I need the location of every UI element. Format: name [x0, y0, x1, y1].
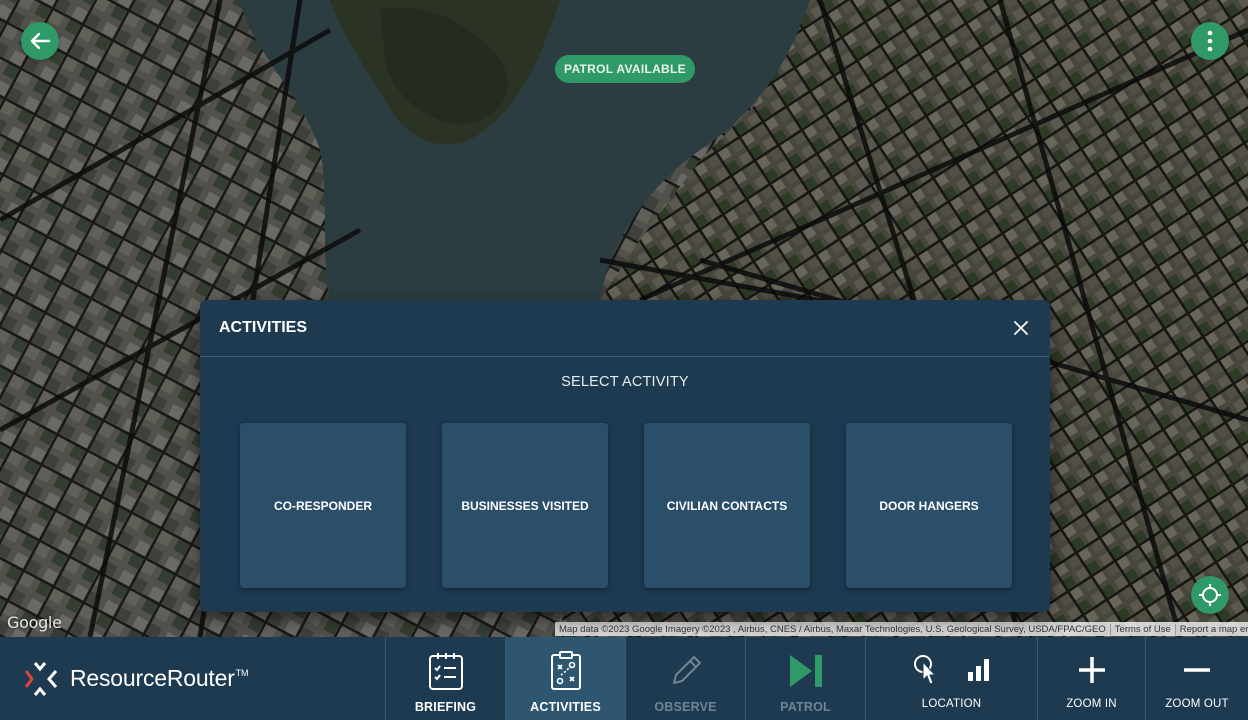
- crosshair-icon: [1199, 584, 1221, 606]
- report-map-error-link[interactable]: Report a map error: [1174, 623, 1248, 635]
- more-vertical-icon: [1207, 30, 1213, 52]
- terms-of-use-link[interactable]: Terms of Use: [1109, 623, 1175, 635]
- nav-activities-label: ACTIVITIES: [530, 700, 601, 714]
- touch-pointer-icon: [913, 655, 936, 685]
- brand-name-text: ResourceRouter: [70, 665, 235, 691]
- minus-icon: [1184, 668, 1210, 672]
- google-logo: Google: [7, 613, 62, 632]
- skip-forward-icon: [789, 655, 822, 687]
- nav-briefing-label: BRIEFING: [414, 700, 477, 714]
- trademark-mark: TM: [235, 668, 249, 678]
- arrow-left-icon: [30, 32, 51, 50]
- nav-briefing[interactable]: BRIEFING: [385, 637, 505, 720]
- zoom-out-label: ZOOM OUT: [1165, 698, 1229, 710]
- brand-name: ResourceRouterTM: [70, 665, 248, 692]
- zoom-out-button[interactable]: ZOOM OUT: [1145, 637, 1248, 720]
- activity-card-co-responder[interactable]: CO-RESPONDER: [240, 423, 406, 588]
- bottom-toolbar: ResourceRouterTM BRIEFING ACTIVITIES OBS…: [0, 637, 1248, 720]
- location-tool[interactable]: LOCATION: [865, 637, 1037, 720]
- zoom-in-label: ZOOM IN: [1066, 698, 1117, 710]
- my-location-button[interactable]: [1191, 576, 1229, 614]
- nav-activities[interactable]: ACTIVITIES: [505, 637, 625, 720]
- select-activity-label: SELECT ACTIVITY: [561, 374, 689, 390]
- activity-card-door-hangers[interactable]: DOOR HANGERS: [846, 423, 1012, 588]
- plus-icon: [1078, 657, 1105, 683]
- clipboard-strategy-icon: [550, 651, 581, 690]
- activity-cards: CO-RESPONDER BUSINESSES VISITED CIVILIAN…: [240, 423, 1012, 588]
- close-button[interactable]: [1011, 318, 1031, 338]
- signal-bars-icon: [967, 659, 989, 681]
- activities-modal: ACTIVITIES SELECT ACTIVITY CO-RESPONDER …: [200, 300, 1050, 612]
- pencil-icon: [672, 656, 701, 684]
- more-menu-button[interactable]: [1191, 22, 1229, 60]
- nav-patrol-label: PATROL: [780, 700, 831, 714]
- activity-card-civilian-contacts[interactable]: CIVILIAN CONTACTS: [644, 423, 810, 588]
- nav-observe[interactable]: OBSERVE: [625, 637, 745, 720]
- close-icon: [1014, 321, 1028, 335]
- zoom-in-button[interactable]: ZOOM IN: [1037, 637, 1145, 720]
- modal-header: ACTIVITIES: [200, 300, 1050, 357]
- brand-logo: ResourceRouterTM: [0, 637, 385, 720]
- map-attribution-text: Map data ©2023 Google Imagery ©2023 , Ai…: [559, 623, 1106, 635]
- nav-patrol[interactable]: PATROL: [745, 637, 865, 720]
- patrol-status-badge: PATROL AVAILABLE: [555, 55, 695, 83]
- back-button[interactable]: [21, 22, 59, 60]
- map-attribution: Map data ©2023 Google Imagery ©2023 , Ai…: [555, 622, 1248, 636]
- modal-title: ACTIVITIES: [219, 319, 308, 336]
- location-label: LOCATION: [921, 698, 982, 710]
- nav-observe-label: OBSERVE: [654, 700, 717, 714]
- clipboard-check-icon: [428, 653, 463, 690]
- activity-card-businesses-visited[interactable]: BUSINESSES VISITED: [442, 423, 608, 588]
- resource-router-logo-icon: [24, 661, 58, 696]
- main-nav: BRIEFING ACTIVITIES OBSERVE PATROL: [385, 637, 865, 720]
